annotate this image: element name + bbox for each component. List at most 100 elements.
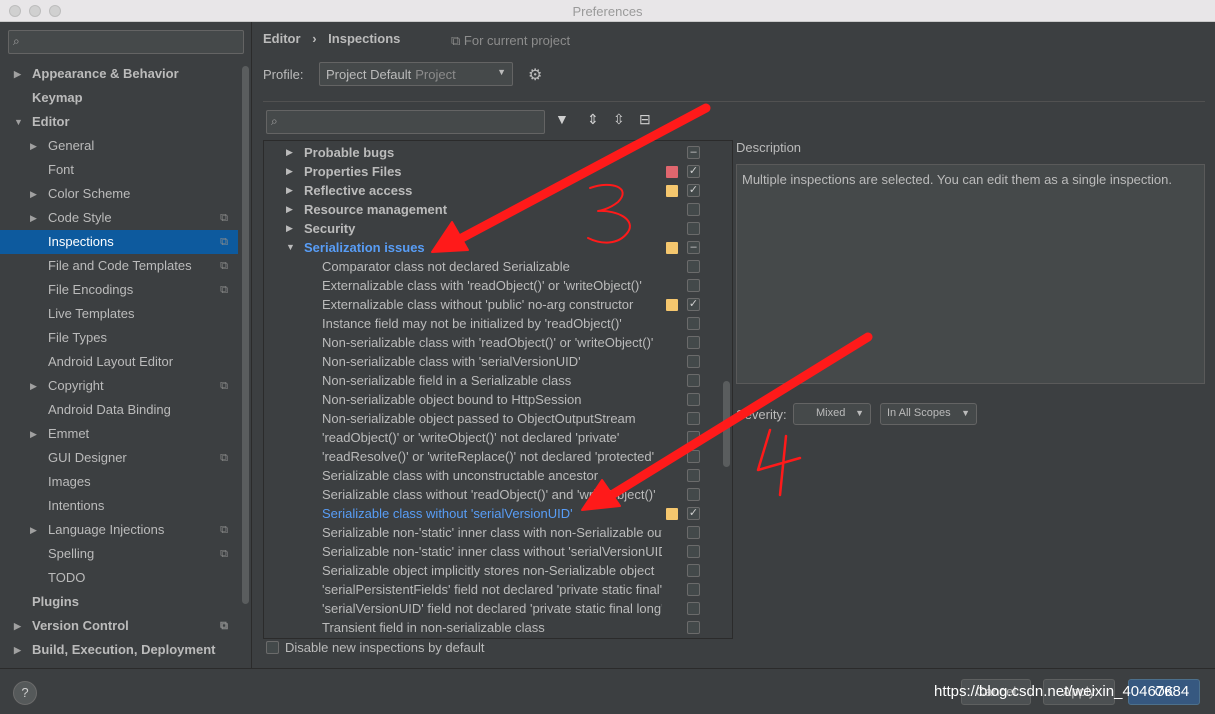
collapsed-arrow-icon[interactable]: ▶ (30, 374, 37, 398)
collapsed-arrow-icon[interactable]: ▶ (14, 614, 21, 638)
sidebar-item-color-scheme[interactable]: ▶ Color Scheme (0, 182, 238, 206)
sidebar-item-general[interactable]: ▶ General (0, 134, 238, 158)
inspection-enabled-checkbox[interactable] (687, 393, 700, 406)
sidebar-item-inspections[interactable]: Inspections ⧉ (0, 230, 238, 254)
inspection-enabled-checkbox[interactable]: ✓ (687, 507, 700, 520)
reset-icon[interactable]: ⊟ (639, 111, 651, 128)
sidebar-item-font[interactable]: Font (0, 158, 238, 182)
sidebar-item-editor[interactable]: ▼ Editor (0, 110, 238, 134)
inspection-enabled-checkbox[interactable] (687, 412, 700, 425)
tree-inspection-row[interactable]: Serializable non-'static' inner class wi… (264, 523, 732, 542)
collapsed-arrow-icon[interactable]: ▶ (286, 162, 293, 181)
filter-icon[interactable]: ▼ (555, 111, 569, 127)
inspection-enabled-checkbox[interactable] (687, 260, 700, 273)
collapsed-arrow-icon[interactable]: ▶ (30, 518, 37, 542)
inspection-enabled-checkbox[interactable] (687, 526, 700, 539)
collapsed-arrow-icon[interactable]: ▶ (30, 182, 37, 206)
inspection-enabled-checkbox[interactable] (687, 450, 700, 463)
sidebar-item-spelling[interactable]: Spelling ⧉ (0, 542, 238, 566)
help-button[interactable]: ? (13, 681, 37, 705)
inspection-enabled-checkbox[interactable] (687, 317, 700, 330)
collapsed-arrow-icon[interactable]: ▶ (286, 181, 293, 200)
expanded-arrow-icon[interactable]: ▼ (286, 238, 295, 257)
sidebar-item-intentions[interactable]: Intentions (0, 494, 238, 518)
sidebar-item-appearance-behavior[interactable]: ▶ Appearance & Behavior (0, 62, 238, 86)
inspection-enabled-checkbox[interactable] (687, 355, 700, 368)
collapsed-arrow-icon[interactable]: ▶ (30, 422, 37, 446)
inspection-enabled-checkbox[interactable] (687, 488, 700, 501)
collapsed-arrow-icon[interactable]: ▶ (14, 638, 21, 662)
inspection-enabled-checkbox[interactable] (687, 602, 700, 615)
tree-category-row[interactable]: ▶ Probable bugs – (264, 143, 732, 162)
collapsed-arrow-icon[interactable]: ▶ (286, 143, 293, 162)
inspection-enabled-checkbox[interactable] (687, 374, 700, 387)
tree-category-row[interactable]: ▶ Resource management (264, 200, 732, 219)
tree-inspection-row[interactable]: Serializable class with unconstructable … (264, 466, 732, 485)
sidebar-item-build-execution-deployment[interactable]: ▶ Build, Execution, Deployment (0, 638, 238, 662)
sidebar-scrollbar[interactable] (242, 66, 249, 604)
sidebar-item-plugins[interactable]: Plugins (0, 590, 238, 614)
sidebar-item-gui-designer[interactable]: GUI Designer ⧉ (0, 446, 238, 470)
tree-category-row[interactable]: ▶ Reflective access ✓ (264, 181, 732, 200)
inspection-enabled-checkbox[interactable] (687, 279, 700, 292)
tree-inspection-row[interactable]: Non-serializable class with 'readObject(… (264, 333, 732, 352)
tree-inspection-row[interactable]: 'serialVersionUID' field not declared 'p… (264, 599, 732, 618)
tree-inspection-row[interactable]: Transient field in non-serializable clas… (264, 618, 732, 637)
sidebar-item-todo[interactable]: TODO (0, 566, 238, 590)
disable-new-inspections-option[interactable]: Disable new inspections by default (266, 640, 484, 655)
inspection-enabled-checkbox[interactable] (687, 469, 700, 482)
inspection-enabled-checkbox[interactable] (687, 583, 700, 596)
inspection-enabled-checkbox[interactable] (687, 564, 700, 577)
tree-inspection-row[interactable]: Externalizable class with 'readObject()'… (264, 276, 732, 295)
tree-inspection-row[interactable]: Comparator class not declared Serializab… (264, 257, 732, 276)
collapsed-arrow-icon[interactable]: ▶ (30, 134, 37, 158)
inspection-enabled-checkbox[interactable] (687, 336, 700, 349)
inspection-enabled-checkbox[interactable] (687, 203, 700, 216)
sidebar-item-version-control[interactable]: ▶ Version Control ⧉ (0, 614, 238, 638)
tree-category-row[interactable]: ▼ Serialization issues – (264, 238, 732, 257)
settings-search-input[interactable]: ⌕ (8, 30, 244, 54)
inspection-enabled-checkbox[interactable]: – (687, 241, 700, 254)
sidebar-item-file-encodings[interactable]: File Encodings ⧉ (0, 278, 238, 302)
expand-all-icon[interactable]: ⇕ (587, 111, 599, 128)
tree-category-row[interactable]: ▶ Properties Files ✓ (264, 162, 732, 181)
tree-inspection-row[interactable]: 'readResolve()' or 'writeReplace()' not … (264, 447, 732, 466)
tree-scrollbar[interactable] (723, 381, 730, 467)
sidebar-item-android-data-binding[interactable]: Android Data Binding (0, 398, 238, 422)
inspection-enabled-checkbox[interactable]: ✓ (687, 298, 700, 311)
tree-inspection-row[interactable]: 'readObject()' or 'writeObject()' not de… (264, 428, 732, 447)
tree-inspection-row[interactable]: Non-serializable object passed to Object… (264, 409, 732, 428)
gear-icon[interactable]: ⚙ (528, 65, 542, 85)
inspection-enabled-checkbox[interactable] (687, 222, 700, 235)
collapsed-arrow-icon[interactable]: ▶ (286, 200, 293, 219)
sidebar-item-android-layout-editor[interactable]: Android Layout Editor (0, 350, 238, 374)
sidebar-item-live-templates[interactable]: Live Templates (0, 302, 238, 326)
inspection-enabled-checkbox[interactable]: ✓ (687, 165, 700, 178)
tree-category-row[interactable]: ▶ Security (264, 219, 732, 238)
collapsed-arrow-icon[interactable]: ▶ (14, 62, 21, 86)
tree-inspection-row[interactable]: Non-serializable object bound to HttpSes… (264, 390, 732, 409)
profile-select[interactable]: Project Default Project ▼ (319, 62, 513, 86)
sidebar-item-keymap[interactable]: Keymap (0, 86, 238, 110)
sidebar-item-file-and-code-templates[interactable]: File and Code Templates ⧉ (0, 254, 238, 278)
sidebar-item-images[interactable]: Images (0, 470, 238, 494)
sidebar-item-emmet[interactable]: ▶ Emmet (0, 422, 238, 446)
tree-inspection-row[interactable]: Non-serializable field in a Serializable… (264, 371, 732, 390)
inspection-enabled-checkbox[interactable]: – (687, 146, 700, 159)
tree-inspection-row[interactable]: Non-serializable class with 'serialVersi… (264, 352, 732, 371)
inspection-enabled-checkbox[interactable] (687, 621, 700, 634)
collapsed-arrow-icon[interactable]: ▶ (30, 206, 37, 230)
tree-inspection-row[interactable]: Serializable object implicitly stores no… (264, 561, 732, 580)
tree-inspection-row[interactable]: Serializable class without 'serialVersio… (264, 504, 732, 523)
collapsed-arrow-icon[interactable]: ▶ (286, 219, 293, 238)
tree-inspection-row[interactable]: Serializable class without 'readObject()… (264, 485, 732, 504)
inspection-enabled-checkbox[interactable]: ✓ (687, 184, 700, 197)
severity-select[interactable]: Mixed ▼ (793, 403, 871, 425)
sidebar-item-language-injections[interactable]: ▶ Language Injections ⧉ (0, 518, 238, 542)
tree-inspection-row[interactable]: Instance field may not be initialized by… (264, 314, 732, 333)
scope-select[interactable]: In All Scopes ▼ (880, 403, 977, 425)
sidebar-item-copyright[interactable]: ▶ Copyright ⧉ (0, 374, 238, 398)
tree-inspection-row[interactable]: Serializable non-'static' inner class wi… (264, 542, 732, 561)
sidebar-item-code-style[interactable]: ▶ Code Style ⧉ (0, 206, 238, 230)
sidebar-item-file-types[interactable]: File Types (0, 326, 238, 350)
